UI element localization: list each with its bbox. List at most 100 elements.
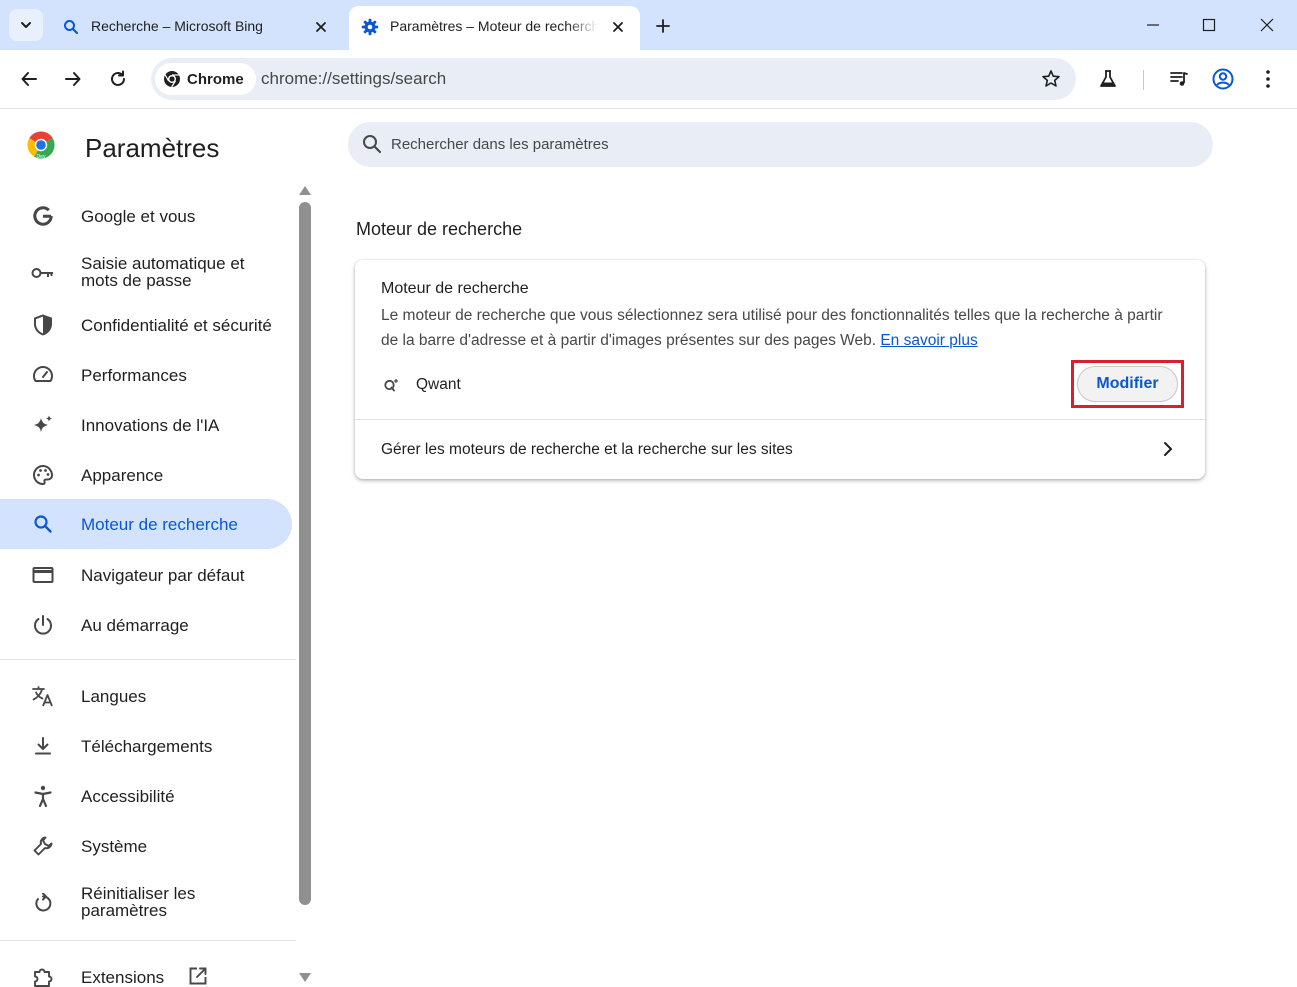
selected-engine-name: Qwant [416, 376, 461, 393]
qwant-logo-icon [384, 379, 398, 392]
back-button[interactable] [14, 64, 44, 94]
tab-search-button[interactable] [9, 9, 43, 41]
media-controls-button[interactable] [1164, 64, 1194, 94]
playlist-icon [1170, 72, 1188, 86]
sidebar-item-label: Navigateur par défaut [81, 566, 245, 585]
reload-button[interactable] [103, 64, 133, 94]
power-icon [30, 612, 56, 638]
sparkle-icon [30, 412, 56, 438]
sidebar-item-extensions[interactable]: Extensions [0, 962, 292, 987]
settings-header: Dev Paramètres [26, 130, 219, 163]
chip-label: Chrome [187, 70, 244, 88]
sidebar-item-autofill[interactable]: Saisie automatique et mots de passe [0, 252, 292, 294]
chevron-down-icon [21, 22, 31, 28]
chrome-dev-logo-icon: Dev [27, 131, 55, 160]
browser-window-icon [30, 562, 56, 588]
sidebar-item-label: Innovations de l'IA [81, 416, 220, 435]
sidebar-item-search-engine[interactable]: Moteur de recherche [0, 499, 292, 549]
avatar-icon [1212, 68, 1234, 90]
learn-more-link[interactable]: En savoir plus [880, 332, 977, 349]
arrow-left-icon [21, 72, 37, 86]
wrench-icon [30, 833, 56, 859]
maximize-button[interactable] [1194, 10, 1224, 40]
minimize-button[interactable] [1138, 10, 1168, 40]
new-tab-button[interactable] [650, 13, 676, 39]
section-title: Moteur de recherche [356, 219, 523, 239]
sidebar-item-label: Extensions [81, 968, 165, 987]
profile-button[interactable] [1208, 64, 1238, 94]
sidebar-item-google[interactable]: Google et vous [0, 201, 292, 231]
sidebar-item-label: Système [81, 837, 148, 856]
accessibility-icon [30, 783, 56, 809]
arrow-right-icon [65, 72, 81, 86]
flask-icon [1100, 70, 1116, 87]
tab-bing[interactable]: Recherche – Microsoft Bing [50, 6, 343, 50]
sidebar-item-label: Saisie automatique et mots de passe [81, 254, 245, 290]
manage-search-engines-label: Gérer les moteurs de recherche et la rec… [381, 441, 793, 458]
palette-icon [30, 462, 56, 488]
sidebar-item-label: Apparence [81, 466, 164, 485]
card-title: Moteur de recherche [381, 280, 529, 297]
search-engine-card: Moteur de recherche Le moteur de recherc… [355, 260, 1205, 479]
search-placeholder: Rechercher dans les paramètres [391, 136, 609, 153]
address-bar[interactable]: Chrome chrome://settings/search [151, 58, 1076, 100]
sidebar-item-appearance[interactable]: Apparence [0, 460, 292, 490]
sidebar-item-downloads[interactable]: Téléchargements [0, 731, 292, 761]
scrollbar-thumb[interactable] [299, 202, 311, 905]
search-icon [30, 511, 56, 537]
labs-button[interactable] [1093, 64, 1123, 94]
sidebar-item-label: Au démarrage [81, 616, 189, 635]
reset-icon [30, 890, 56, 916]
bookmark-star-icon[interactable] [1040, 68, 1062, 90]
open-in-new-icon [188, 966, 208, 987]
site-info-chip[interactable]: Chrome [155, 63, 256, 95]
tab-strip: Recherche – Microsoft Bing Paramètres – … [0, 0, 1297, 50]
sidebar-item-label: Réinitialiser les paramètres [81, 884, 196, 920]
tab-title: Recherche – Microsoft Bing [91, 18, 263, 34]
sidebar-item-ai[interactable]: Innovations de l'IA [0, 410, 292, 440]
sidebar-item-label: Performances [81, 366, 187, 385]
sidebar-item-system[interactable]: Système [0, 831, 292, 861]
toolbar-divider [1143, 70, 1144, 90]
sidebar-item-label: Confidentialité et sécurité [81, 316, 272, 335]
sidebar-item-performance[interactable]: Performances [0, 360, 292, 390]
sidebar-item-label: Accessibilité [81, 787, 175, 806]
search-icon [62, 18, 80, 36]
scroll-up-arrow-icon[interactable] [298, 184, 312, 196]
sidebar-item-accessibility[interactable]: Accessibilité [0, 781, 292, 811]
page-title: Paramètres [85, 133, 220, 163]
sidebar-divider [0, 940, 296, 941]
translate-icon [30, 683, 56, 709]
toolbar: Chrome chrome://settings/search [0, 50, 1297, 109]
key-icon [30, 260, 56, 286]
svg-text:Dev: Dev [37, 154, 46, 160]
close-icon[interactable] [311, 17, 331, 37]
scroll-down-arrow-icon[interactable] [298, 972, 312, 984]
chrome-icon [164, 71, 180, 88]
forward-button[interactable] [58, 64, 88, 94]
modify-button[interactable]: Modifier [1077, 366, 1178, 402]
speedometer-icon [30, 362, 56, 388]
sidebar-item-privacy[interactable]: Confidentialité et sécurité [0, 310, 292, 340]
sidebar-item-default-browser[interactable]: Navigateur par défaut [0, 560, 292, 590]
google-g-icon [30, 203, 56, 229]
reload-icon [111, 70, 125, 86]
chevron-right-icon [1164, 442, 1172, 456]
manage-search-engines-row[interactable]: Gérer les moteurs de recherche et la rec… [355, 420, 1205, 479]
tab-settings[interactable]: Paramètres – Moteur de recherche [349, 6, 640, 50]
sidebar-item-languages[interactable]: Langues [0, 681, 292, 711]
tab-title: Paramètres – Moteur de recherche [390, 18, 598, 34]
menu-button[interactable] [1253, 64, 1283, 94]
description-text: Le moteur de recherche que vous sélectio… [381, 307, 1163, 349]
sidebar-item-reset[interactable]: Réinitialiser les paramètres [0, 882, 292, 924]
settings-search-input[interactable]: Rechercher dans les paramètres [348, 122, 1213, 167]
url-text[interactable]: chrome://settings/search [261, 69, 446, 89]
sidebar-item-startup[interactable]: Au démarrage [0, 610, 292, 640]
sidebar-item-label: Moteur de recherche [81, 515, 238, 534]
plus-icon [656, 19, 670, 33]
sidebar-item-label: Google et vous [81, 207, 196, 226]
close-icon[interactable] [608, 17, 628, 37]
close-window-button[interactable] [1252, 10, 1282, 40]
more-vert-icon [1266, 70, 1270, 88]
sidebar-divider [0, 659, 296, 660]
